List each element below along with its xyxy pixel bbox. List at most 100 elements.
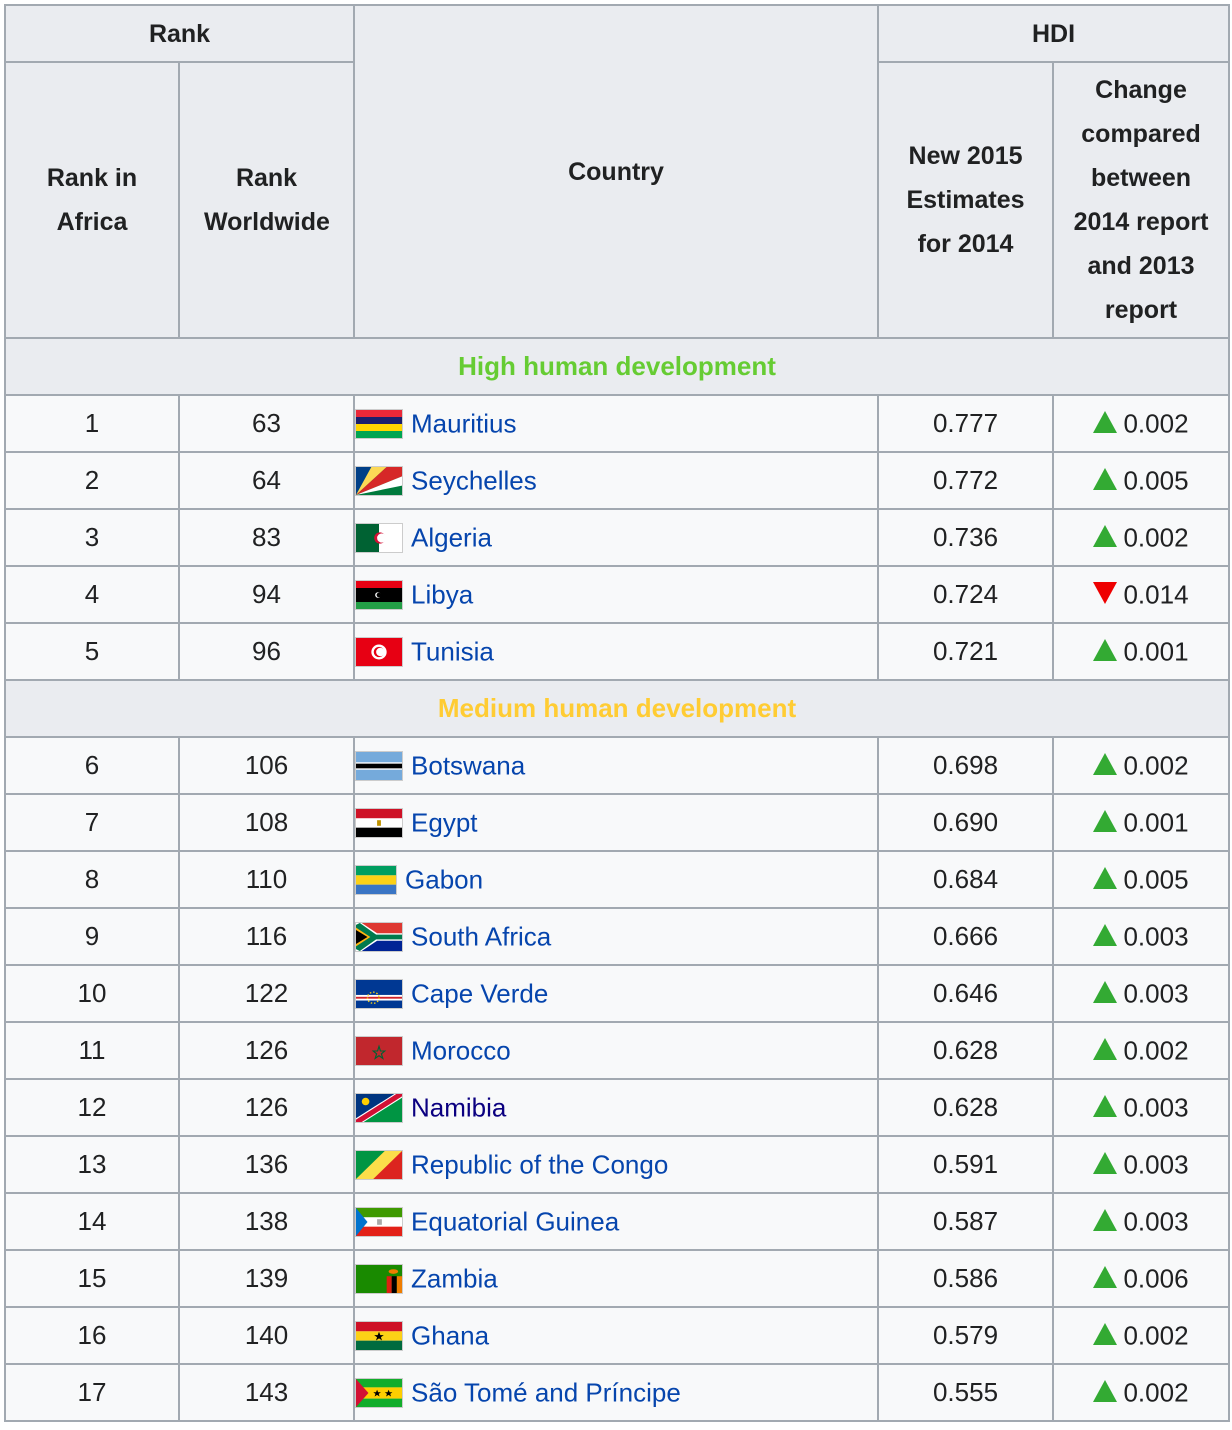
namibia-flag-icon[interactable] <box>355 1093 404 1124</box>
morocco-flag-icon[interactable] <box>355 1036 404 1067</box>
header-hdi-change[interactable]: Change compared between 2014 report and … <box>1052 61 1231 339</box>
country-link[interactable]: Morocco <box>411 1036 511 1066</box>
change-value: 0.005 <box>1123 465 1189 496</box>
country-cell: Mauritius <box>353 394 880 453</box>
country-link[interactable]: South Africa <box>411 922 551 952</box>
hdi-value-cell: 0.586 <box>877 1249 1055 1308</box>
increase-arrow-icon <box>1093 1380 1118 1403</box>
hdi-value-cell: 0.628 <box>877 1021 1055 1080</box>
section-row: High human development <box>3 337 1231 396</box>
hdi-value-cell: 0.690 <box>877 793 1055 852</box>
header-rank-worldwide[interactable]: Rank Worldwide <box>177 61 356 339</box>
header-rank-africa[interactable]: Rank in Africa <box>4 61 180 339</box>
hdi-table: Rank Country HDI Rank in Africa Rank Wor… <box>3 4 1231 1422</box>
country-link[interactable]: Equatorial Guinea <box>411 1207 619 1237</box>
country-cell: Libya <box>353 565 880 624</box>
hdi-value-cell: 0.698 <box>877 736 1055 795</box>
decrease-arrow-icon <box>1093 582 1118 605</box>
rank-africa-cell: 3 <box>4 508 180 567</box>
hdi-change-cell: 0.005 <box>1052 451 1231 510</box>
section-title: Medium human development <box>3 679 1231 738</box>
hdi-change-cell: 0.003 <box>1052 907 1231 966</box>
change-value: 0.001 <box>1123 807 1189 838</box>
gabon-flag-icon[interactable] <box>355 865 398 896</box>
tunisia-flag-icon[interactable] <box>355 637 404 668</box>
congo-flag-icon[interactable] <box>355 1150 404 1181</box>
country-cell: Morocco <box>353 1021 880 1080</box>
hdi-value-cell: 0.666 <box>877 907 1055 966</box>
equatorial-guinea-flag-icon[interactable] <box>355 1207 404 1238</box>
mauritius-flag-icon[interactable] <box>355 409 404 440</box>
country-link[interactable]: Mauritius <box>411 409 516 439</box>
libya-flag-icon[interactable] <box>355 580 404 611</box>
country-link[interactable]: Gabon <box>405 865 483 895</box>
change-value: 0.006 <box>1123 1263 1189 1294</box>
hdi-change-cell: 0.003 <box>1052 1078 1231 1137</box>
hdi-change-cell: 0.002 <box>1052 736 1231 795</box>
increase-arrow-icon <box>1093 753 1118 776</box>
country-link[interactable]: Zambia <box>411 1264 498 1294</box>
country-link[interactable]: Seychelles <box>411 466 537 496</box>
rank-worldwide-cell: 126 <box>177 1078 356 1137</box>
ghana-flag-icon[interactable] <box>355 1321 404 1352</box>
country-link[interactable]: Namibia <box>411 1093 506 1123</box>
header-hdi-2014[interactable]: New 2015 Estimates for 2014 <box>877 61 1055 339</box>
hdi-change-cell: 0.003 <box>1052 1135 1231 1194</box>
rank-worldwide-cell: 143 <box>177 1363 356 1422</box>
increase-arrow-icon <box>1093 1152 1118 1175</box>
change-value: 0.002 <box>1123 750 1189 781</box>
hdi-value-cell: 0.777 <box>877 394 1055 453</box>
country-link[interactable]: Ghana <box>411 1321 489 1351</box>
increase-arrow-icon <box>1093 1323 1118 1346</box>
rank-africa-cell: 16 <box>4 1306 180 1365</box>
country-link[interactable]: Libya <box>411 580 473 610</box>
hdi-change-cell: 0.002 <box>1052 508 1231 567</box>
table-row: 3 83 Algeria 0.736 0.002 <box>4 508 1231 567</box>
change-value: 0.002 <box>1123 1377 1189 1408</box>
rank-worldwide-cell: 138 <box>177 1192 356 1251</box>
algeria-flag-icon[interactable] <box>355 523 404 554</box>
table-row: 13 136 Republic of the Congo 0.591 0.003 <box>4 1135 1231 1194</box>
country-cell: Cape Verde <box>353 964 880 1023</box>
country-link[interactable]: Egypt <box>411 808 478 838</box>
table-row: 6 106 Botswana 0.698 0.002 <box>4 736 1231 795</box>
rank-africa-cell: 5 <box>4 622 180 681</box>
hdi-value-cell: 0.555 <box>877 1363 1055 1422</box>
rank-africa-cell: 12 <box>4 1078 180 1137</box>
sao-tome-flag-icon[interactable] <box>355 1378 404 1409</box>
country-link[interactable]: Botswana <box>411 751 525 781</box>
country-link[interactable]: Tunisia <box>411 637 494 667</box>
table-row: 16 140 Ghana 0.579 0.002 <box>4 1306 1231 1365</box>
rank-africa-cell: 4 <box>4 565 180 624</box>
country-link[interactable]: Algeria <box>411 523 492 553</box>
zambia-flag-icon[interactable] <box>355 1264 404 1295</box>
table-row: 10 122 Cape Verde 0.646 0.003 <box>4 964 1231 1023</box>
table-row: 15 139 Zambia 0.586 0.006 <box>4 1249 1231 1308</box>
rank-africa-cell: 14 <box>4 1192 180 1251</box>
country-cell: South Africa <box>353 907 880 966</box>
rank-worldwide-cell: 110 <box>177 850 356 909</box>
change-value: 0.014 <box>1123 579 1189 610</box>
seychelles-flag-icon[interactable] <box>355 466 404 497</box>
country-link[interactable]: São Tomé and Príncipe <box>411 1378 681 1408</box>
cape-verde-flag-icon[interactable] <box>355 979 404 1010</box>
country-link[interactable]: Cape Verde <box>411 979 548 1009</box>
botswana-flag-icon[interactable] <box>355 751 404 782</box>
increase-arrow-icon <box>1093 1095 1118 1118</box>
country-link[interactable]: Republic of the Congo <box>411 1150 668 1180</box>
egypt-flag-icon[interactable] <box>355 808 404 839</box>
hdi-value-cell: 0.721 <box>877 622 1055 681</box>
rank-worldwide-cell: 106 <box>177 736 356 795</box>
rank-worldwide-cell: 108 <box>177 793 356 852</box>
south-africa-flag-icon[interactable] <box>355 922 404 953</box>
country-cell: Tunisia <box>353 622 880 681</box>
hdi-change-cell: 0.005 <box>1052 850 1231 909</box>
country-cell: Seychelles <box>353 451 880 510</box>
rank-africa-cell: 13 <box>4 1135 180 1194</box>
header-country[interactable]: Country <box>353 4 880 339</box>
increase-arrow-icon <box>1093 1266 1118 1289</box>
hdi-value-cell: 0.591 <box>877 1135 1055 1194</box>
section-title: High human development <box>3 337 1231 396</box>
rank-africa-cell: 6 <box>4 736 180 795</box>
country-cell: Egypt <box>353 793 880 852</box>
